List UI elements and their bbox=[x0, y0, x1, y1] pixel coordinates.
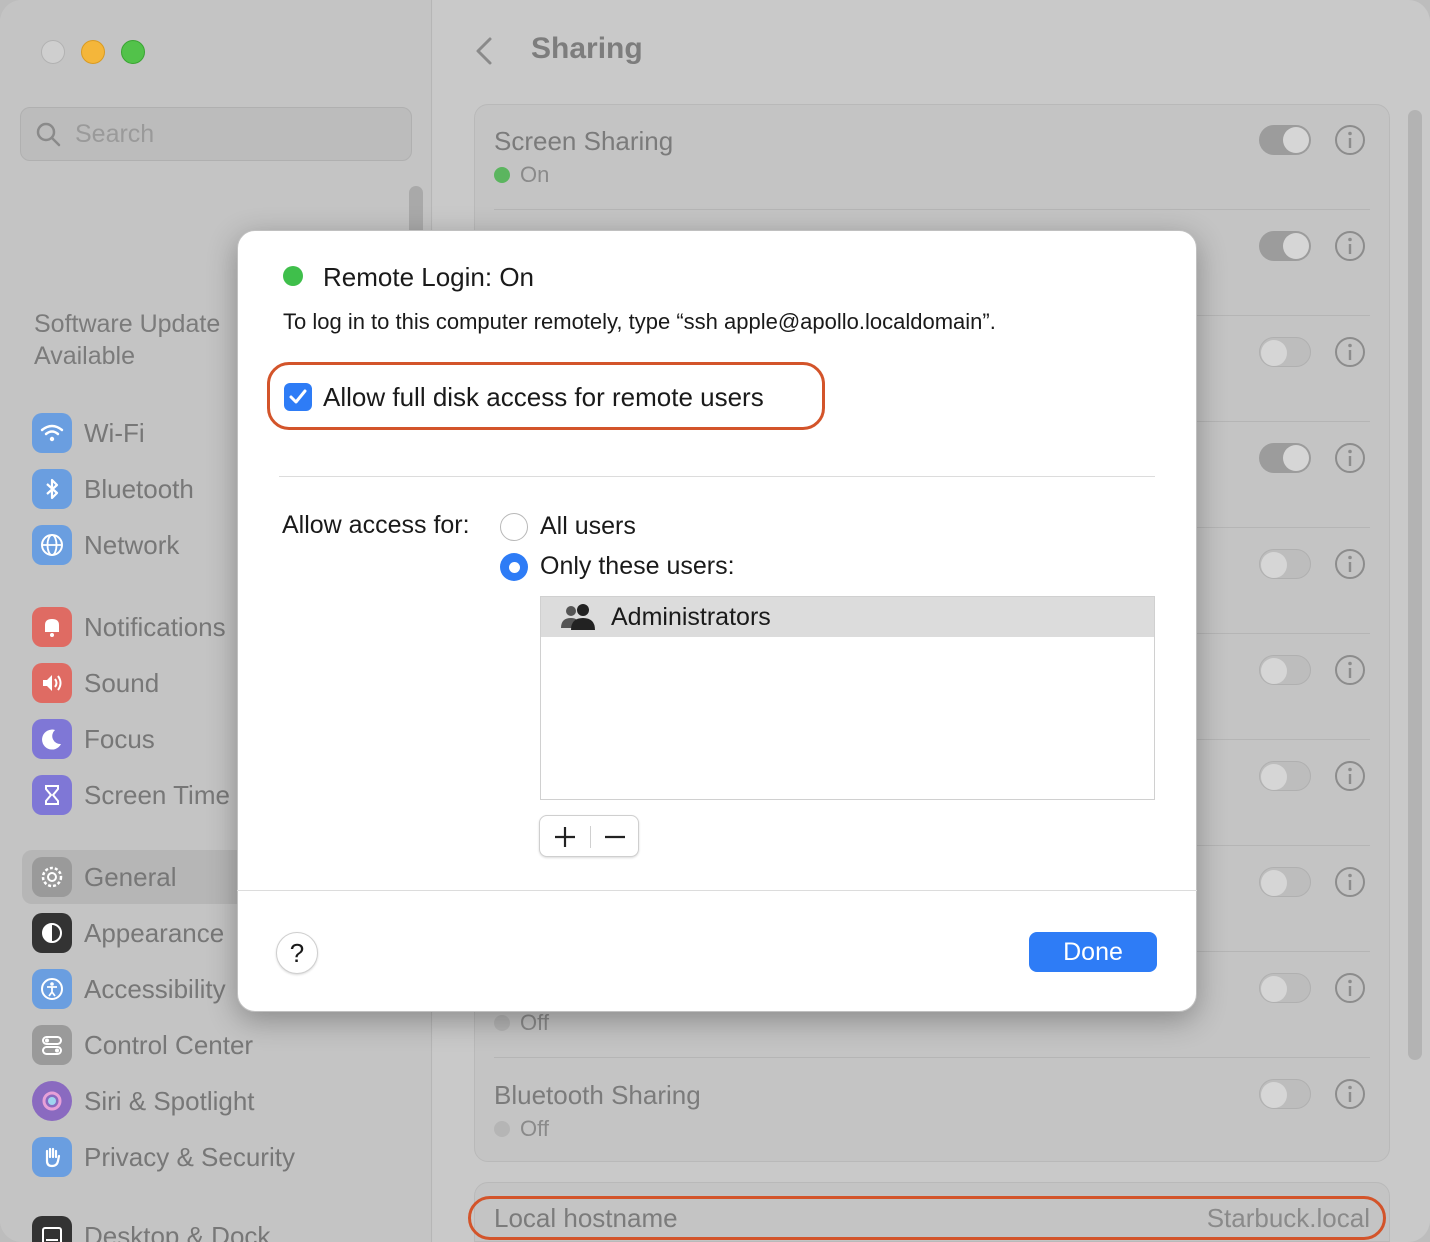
info-icon[interactable] bbox=[1334, 442, 1366, 474]
page-title: Sharing bbox=[531, 32, 643, 65]
sidebar-item-bluetooth[interactable]: Bluetooth bbox=[32, 467, 194, 511]
siri-icon bbox=[32, 1081, 72, 1121]
row-separator bbox=[494, 209, 1370, 210]
sidebar-item-control-center[interactable]: Control Center bbox=[32, 1023, 253, 1067]
wifi-icon bbox=[32, 413, 72, 453]
gear-icon bbox=[32, 857, 72, 897]
service-toggle[interactable] bbox=[1259, 973, 1311, 1003]
sidebar-item-siri-spotlight[interactable]: Siri & Spotlight bbox=[32, 1079, 255, 1123]
switches-icon bbox=[32, 1025, 72, 1065]
minimize-button[interactable] bbox=[81, 40, 105, 64]
accessibility-icon bbox=[32, 969, 72, 1009]
sidebar-item-appearance[interactable]: Appearance bbox=[32, 911, 224, 955]
sidebar-item-accessibility[interactable]: Accessibility bbox=[32, 967, 226, 1011]
remove-user-button[interactable] bbox=[600, 822, 630, 852]
screen-sharing-toggle[interactable] bbox=[1259, 125, 1311, 155]
service-title: Bluetooth Sharing bbox=[494, 1080, 701, 1110]
add-remove-control bbox=[539, 815, 639, 857]
group-icon bbox=[561, 604, 595, 630]
bluetooth-sharing-toggle[interactable] bbox=[1259, 1079, 1311, 1109]
users-list[interactable]: Administrators bbox=[540, 596, 1155, 800]
appearance-icon bbox=[32, 913, 72, 953]
sidebar-item-privacy-security[interactable]: Privacy & Security bbox=[32, 1135, 295, 1179]
globe-icon bbox=[32, 525, 72, 565]
hourglass-icon bbox=[32, 775, 72, 815]
search-icon bbox=[36, 122, 61, 147]
back-chevron-icon[interactable] bbox=[470, 36, 500, 66]
done-button[interactable]: Done bbox=[1029, 932, 1157, 972]
info-icon[interactable] bbox=[1334, 760, 1366, 792]
service-toggle[interactable] bbox=[1259, 549, 1311, 579]
sidebar-item-wifi[interactable]: Wi-Fi bbox=[32, 411, 145, 455]
service-toggle[interactable] bbox=[1259, 655, 1311, 685]
status-on-dot bbox=[494, 167, 510, 183]
speaker-icon bbox=[32, 663, 72, 703]
only-these-users-radio[interactable] bbox=[500, 553, 528, 581]
info-icon[interactable] bbox=[1334, 1078, 1366, 1110]
sidebar-item-screen-time[interactable]: Screen Time bbox=[32, 773, 230, 817]
button-divider bbox=[590, 826, 591, 848]
info-icon[interactable] bbox=[1334, 972, 1366, 1004]
service-status: Off bbox=[494, 1116, 549, 1142]
allow-access-label: Allow access for: bbox=[282, 511, 470, 539]
info-icon[interactable] bbox=[1334, 548, 1366, 580]
service-status: Off bbox=[494, 1010, 549, 1036]
row-separator bbox=[494, 1057, 1370, 1058]
zoom-button[interactable] bbox=[121, 40, 145, 64]
main-scrollbar[interactable] bbox=[1408, 110, 1422, 1060]
status-on-dot bbox=[283, 266, 303, 286]
dialog-title: Remote Login: On bbox=[323, 262, 535, 292]
service-toggle[interactable] bbox=[1259, 867, 1311, 897]
sidebar-item-notifications[interactable]: Notifications bbox=[32, 605, 226, 649]
service-toggle[interactable] bbox=[1259, 337, 1311, 367]
info-icon[interactable] bbox=[1334, 866, 1366, 898]
sidebar-item-sound[interactable]: Sound bbox=[32, 661, 159, 705]
info-icon[interactable] bbox=[1334, 654, 1366, 686]
moon-icon bbox=[32, 719, 72, 759]
service-status: On bbox=[494, 162, 549, 188]
hostname-highlight-annotation bbox=[468, 1196, 1386, 1240]
sidebar-item-network[interactable]: Network bbox=[32, 523, 179, 567]
status-off-dot bbox=[494, 1015, 510, 1031]
search-field[interactable]: Search bbox=[20, 107, 412, 161]
system-settings-window: Search Software Update Available Wi-Fi B… bbox=[0, 0, 1430, 1242]
sidebar-item-focus[interactable]: Focus bbox=[32, 717, 155, 761]
hand-icon bbox=[32, 1137, 72, 1177]
dialog-footer-separator bbox=[237, 890, 1197, 891]
search-placeholder: Search bbox=[75, 119, 155, 148]
service-toggle[interactable] bbox=[1259, 443, 1311, 473]
dialog-description: To log in to this computer remotely, typ… bbox=[283, 309, 996, 334]
sidebar-item-desktop-dock[interactable]: Desktop & Dock bbox=[32, 1214, 270, 1242]
all-users-radio[interactable] bbox=[500, 513, 528, 541]
info-icon[interactable] bbox=[1334, 230, 1366, 262]
sidebar-item-general[interactable]: General bbox=[32, 855, 177, 899]
bluetooth-icon bbox=[32, 469, 72, 509]
add-user-button[interactable] bbox=[550, 822, 580, 852]
info-icon[interactable] bbox=[1334, 124, 1366, 156]
service-toggle[interactable] bbox=[1259, 761, 1311, 791]
status-off-dot bbox=[494, 1121, 510, 1137]
bell-icon bbox=[32, 607, 72, 647]
service-title: Screen Sharing bbox=[494, 126, 674, 156]
all-users-label[interactable]: All users bbox=[540, 512, 636, 541]
help-button[interactable]: ? bbox=[276, 932, 318, 974]
dialog-separator bbox=[279, 476, 1155, 477]
service-toggle[interactable] bbox=[1259, 231, 1311, 261]
checkbox-highlight-annotation bbox=[267, 362, 825, 430]
dock-icon bbox=[32, 1216, 72, 1242]
software-update-notice[interactable]: Software Update Available bbox=[34, 308, 264, 372]
only-these-users-label[interactable]: Only these users: bbox=[540, 552, 735, 581]
info-icon[interactable] bbox=[1334, 336, 1366, 368]
list-item[interactable]: Administrators bbox=[541, 597, 1154, 637]
close-button[interactable] bbox=[41, 40, 65, 64]
